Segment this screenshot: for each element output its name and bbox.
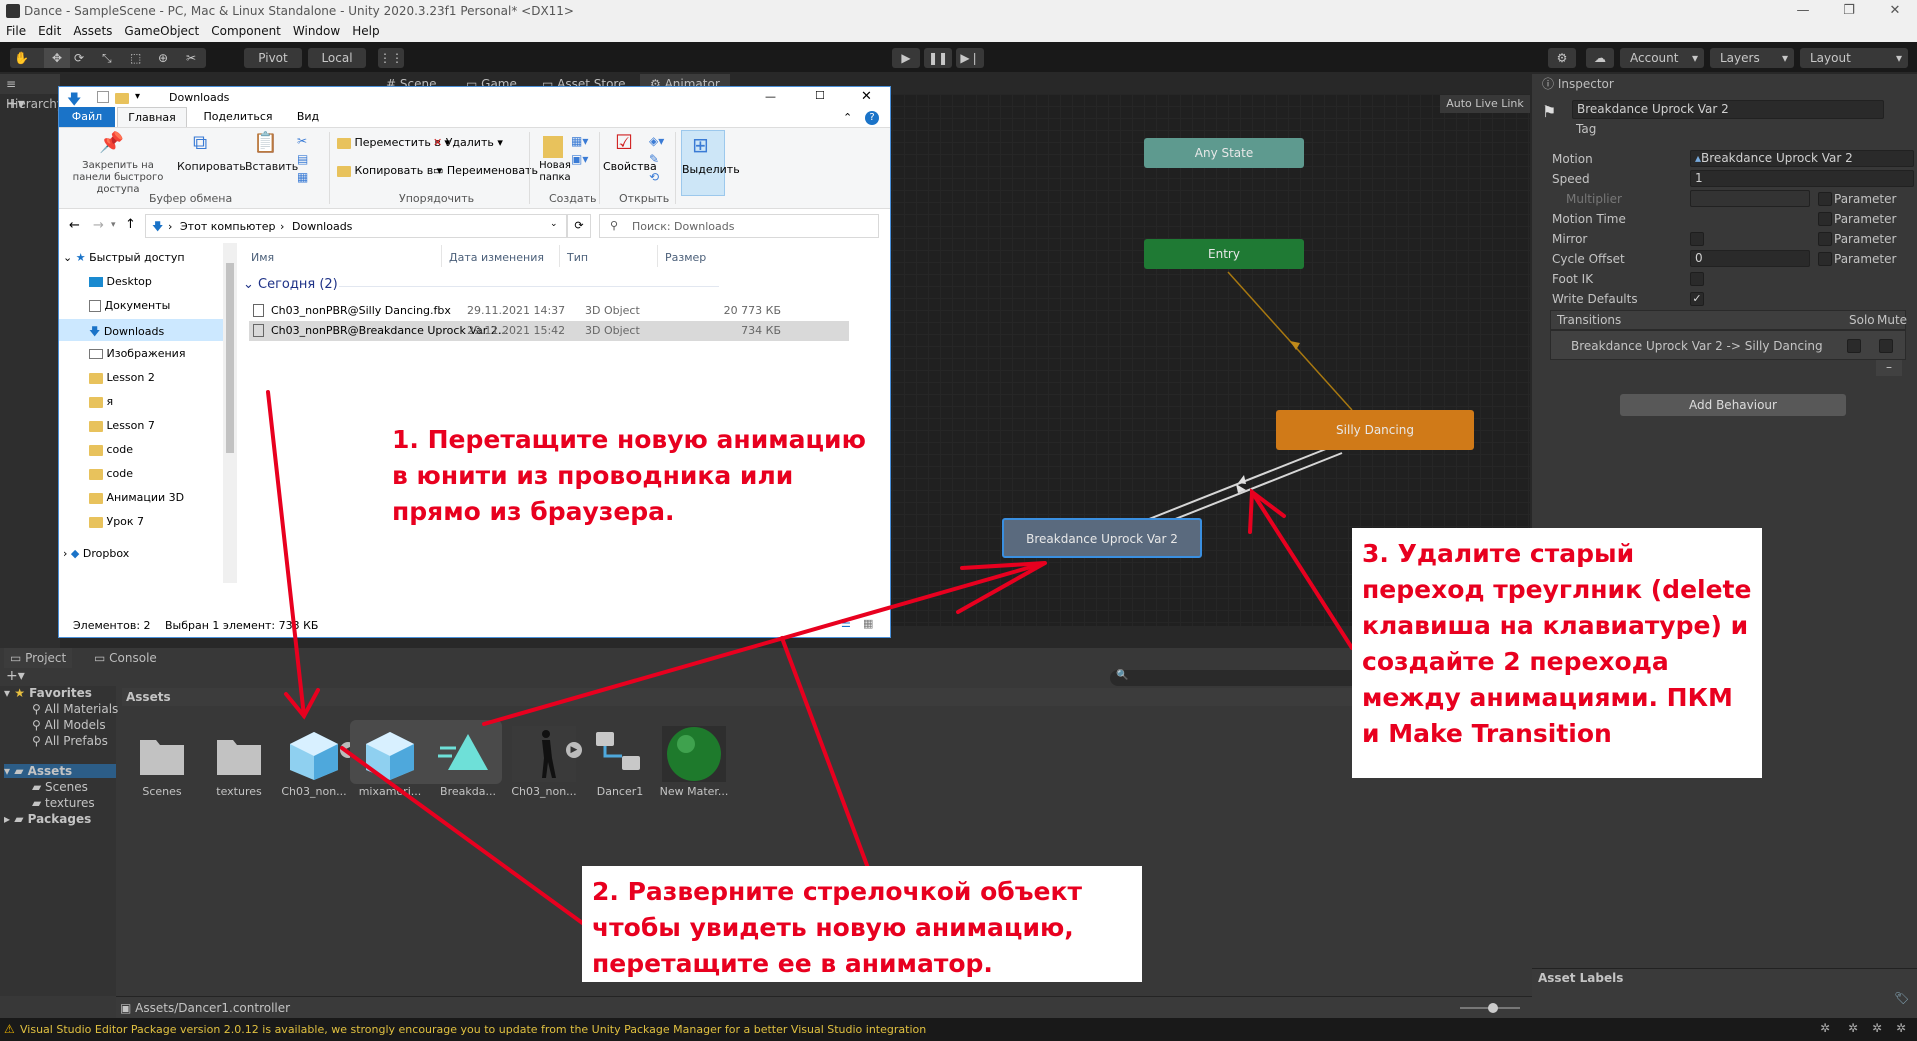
- note-2-text: 2. Разверните стрелочкой объект чтобы ув…: [592, 877, 1082, 978]
- arrow-2-to-animator: [482, 561, 1047, 726]
- arrow-1-to-assets: [266, 390, 306, 718]
- instruction-note-3: 3. Удалите старый переход треуглник (del…: [1352, 528, 1762, 778]
- instruction-note-2: 2. Разверните стрелочкой объект чтобы ув…: [582, 866, 1142, 982]
- arrow-3-from-note-2: [340, 746, 594, 932]
- instruction-note-1: 1. Перетащите новую анимацию в юнити из …: [392, 422, 872, 530]
- arrow-4-note-link: [780, 636, 870, 870]
- arrow-5-to-transition: [1250, 490, 1354, 650]
- note-1-text: 1. Перетащите новую анимацию в юнити из …: [392, 425, 866, 526]
- arrowhead-2: [956, 561, 1046, 614]
- note-3-text: 3. Удалите старый переход треуглник (del…: [1362, 539, 1752, 748]
